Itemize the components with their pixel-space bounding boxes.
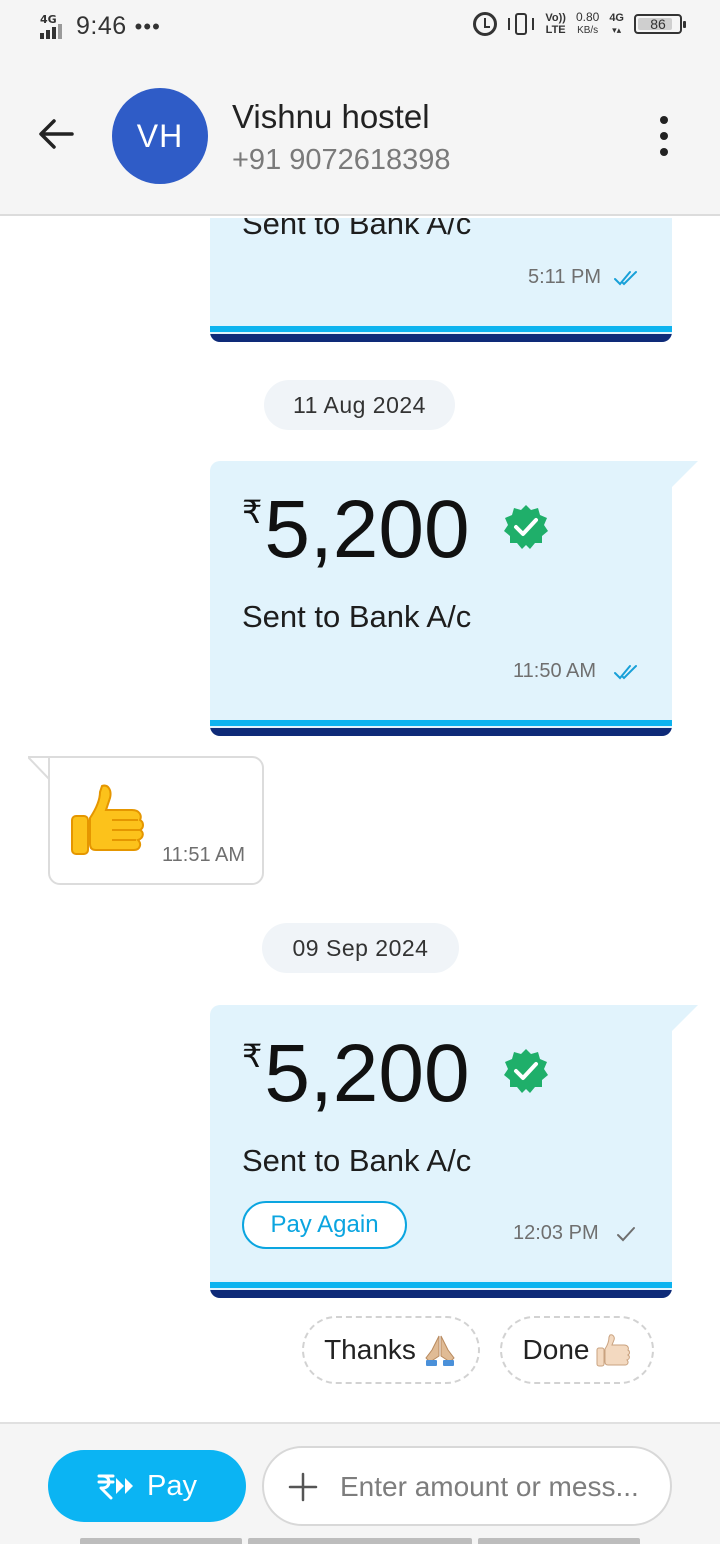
volte-indicator: Vo)) LTE bbox=[545, 12, 566, 36]
more-notifications-icon: ••• bbox=[134, 13, 161, 39]
message-time: 11:50 AM bbox=[513, 660, 597, 682]
battery-icon: 86 bbox=[634, 14, 686, 34]
payment-card[interactable]: Sent to Bank A/c 5:11 PM bbox=[210, 218, 672, 342]
message-time: 12:03 PM bbox=[513, 1222, 599, 1244]
quick-reply-thanks[interactable]: Thanks bbox=[302, 1316, 480, 1384]
amount-value: 5,200 bbox=[264, 484, 470, 575]
nav-indicator bbox=[80, 1538, 242, 1544]
status-bar: 4G 9:46 ••• Vo)) LTE 0.80 KB/s 4G ▾▴ 86 bbox=[0, 0, 720, 56]
signal-label: 4G bbox=[40, 12, 57, 26]
rupee-symbol: ₹ bbox=[242, 494, 263, 530]
date-separator: 11 Aug 2024 bbox=[264, 380, 455, 430]
avatar[interactable]: VH bbox=[112, 88, 208, 184]
payment-status-text: Sent to Bank A/c bbox=[242, 599, 472, 634]
received-message[interactable]: 11:51 AM bbox=[48, 756, 264, 885]
message-time: 11:51 AM bbox=[162, 844, 246, 866]
pay-again-button[interactable]: Pay Again bbox=[242, 1201, 407, 1249]
date-separator: 09 Sep 2024 bbox=[262, 923, 459, 973]
speed-value: 0.80 bbox=[575, 10, 600, 24]
volte-top: Vo)) bbox=[545, 12, 566, 24]
card-stripe bbox=[210, 1282, 672, 1298]
single-check-icon bbox=[617, 1227, 635, 1242]
chat-thread[interactable]: Sent to Bank A/c 5:11 PM 11 Aug 2024 ₹ 5… bbox=[0, 218, 720, 1422]
alarm-icon bbox=[473, 12, 498, 36]
status-right: Vo)) LTE 0.80 KB/s 4G ▾▴ 86 bbox=[473, 10, 686, 38]
speed-unit: KB/s bbox=[577, 25, 599, 36]
back-button[interactable] bbox=[34, 112, 78, 156]
thumbs-up-light-icon bbox=[596, 1334, 631, 1367]
clock-time: 9:46 bbox=[76, 12, 127, 40]
network-speed: 0.80 KB/s bbox=[576, 10, 599, 38]
message-time: 5:11 PM bbox=[528, 266, 601, 288]
volte-bottom: LTE bbox=[545, 24, 566, 36]
card-stripe bbox=[210, 326, 672, 342]
quick-reply-label: Thanks bbox=[324, 1334, 416, 1365]
status-left: 4G 9:46 ••• bbox=[38, 12, 161, 41]
more-options-button[interactable] bbox=[650, 114, 678, 160]
double-check-icon bbox=[614, 271, 637, 286]
pay-button[interactable]: Pay bbox=[48, 1450, 246, 1522]
plus-icon[interactable] bbox=[288, 1472, 318, 1502]
compose-bar: Pay bbox=[0, 1422, 720, 1544]
amount-value: 5,200 bbox=[264, 1028, 470, 1119]
arrow-left-icon bbox=[39, 119, 74, 149]
folded-hands-icon bbox=[425, 1335, 455, 1366]
pay-button-label: Pay bbox=[147, 1469, 197, 1502]
payment-amount: ₹ 5,200 bbox=[242, 1029, 470, 1119]
nav-indicator bbox=[248, 1538, 472, 1544]
message-input-container bbox=[262, 1446, 672, 1526]
nav-indicator bbox=[478, 1538, 640, 1544]
verified-check-icon bbox=[504, 505, 548, 549]
double-check-icon bbox=[614, 665, 637, 680]
contact-name[interactable]: Vishnu hostel bbox=[232, 98, 430, 136]
rupee-send-icon bbox=[97, 1474, 133, 1500]
contact-phone: +91 9072618398 bbox=[232, 144, 451, 176]
thumbs-up-emoji-icon bbox=[71, 784, 144, 855]
quick-reply-done[interactable]: Done bbox=[500, 1316, 654, 1384]
quick-reply-label: Done bbox=[522, 1334, 590, 1365]
payment-amount: ₹ 5,200 bbox=[242, 485, 470, 575]
battery-level: 86 bbox=[650, 16, 666, 32]
net-label: 4G bbox=[609, 12, 624, 24]
verified-check-icon bbox=[504, 1049, 548, 1093]
chat-header: VH Vishnu hostel +91 9072618398 bbox=[0, 56, 720, 216]
mobile-data-icon: 4G ▾▴ bbox=[609, 12, 624, 35]
payment-card[interactable]: ₹ 5,200 Sent to Bank A/c Pay Again 12:03… bbox=[210, 1005, 672, 1298]
signal-icon: 4G bbox=[38, 13, 70, 41]
card-stripe bbox=[210, 720, 672, 736]
payment-status-text: Sent to Bank A/c bbox=[242, 218, 472, 241]
payment-status-text: Sent to Bank A/c bbox=[242, 1143, 472, 1178]
rupee-symbol: ₹ bbox=[242, 1038, 263, 1074]
vibrate-icon bbox=[507, 11, 535, 37]
message-input[interactable] bbox=[340, 1466, 650, 1508]
payment-card[interactable]: ₹ 5,200 Sent to Bank A/c 11:50 AM bbox=[210, 461, 672, 736]
